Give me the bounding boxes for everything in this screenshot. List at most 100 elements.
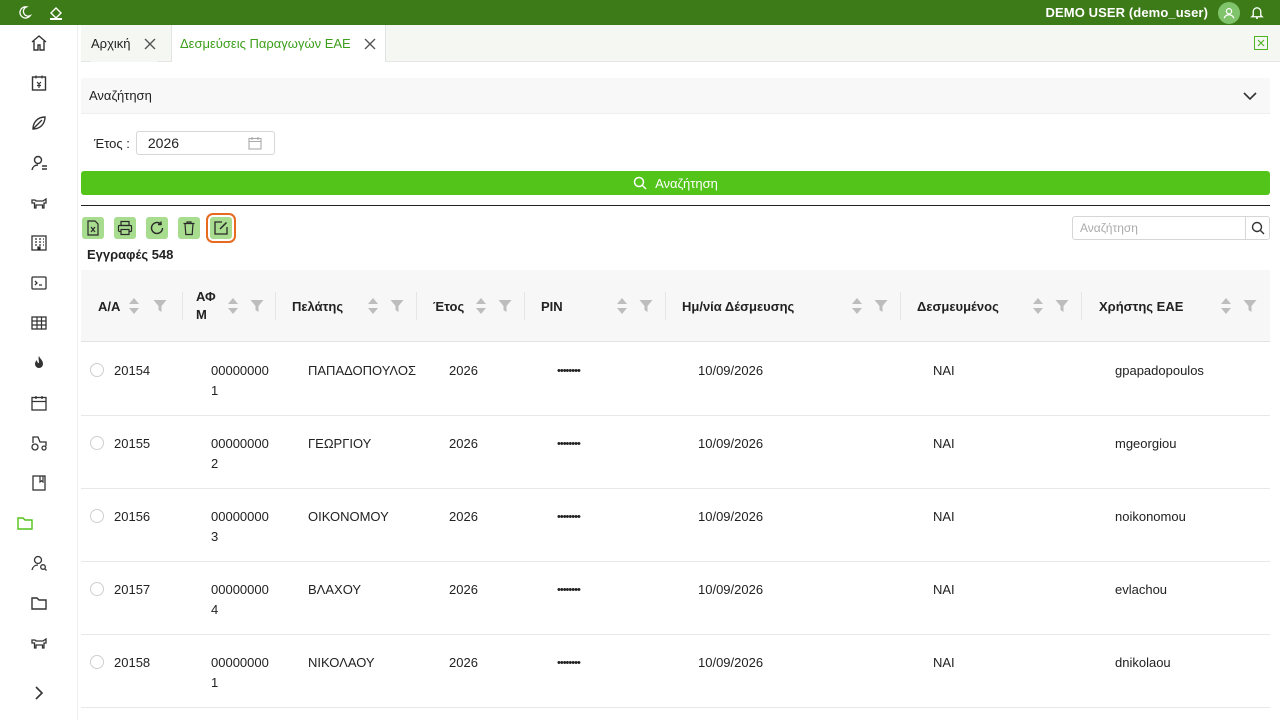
expand-icon[interactable]: [29, 683, 49, 703]
delete-button[interactable]: [178, 217, 200, 239]
bell-icon[interactable]: [1248, 4, 1266, 22]
user-search-icon[interactable]: [29, 553, 49, 573]
edit-button[interactable]: [206, 213, 236, 243]
cell-reserved: ΝΑΙ: [933, 655, 955, 670]
terminal-icon[interactable]: [29, 273, 49, 293]
calendar-icon[interactable]: [29, 393, 49, 413]
table-row[interactable]: 20155 00000000 2 ΓΕΩΡΓΙΟΥ 2026 •••••••• 10/09/…: [81, 416, 1270, 489]
column-header[interactable]: Ημ/νία Δέσμευσης: [666, 270, 901, 342]
column-header-label: Χρήστης ΕΑΕ: [1099, 298, 1184, 314]
tab-label: Αρχική: [91, 36, 131, 51]
filter-icon[interactable]: [498, 299, 512, 313]
print-button[interactable]: [114, 217, 136, 239]
search-panel-header[interactable]: Αναζήτηση: [81, 78, 1270, 114]
home-icon[interactable]: [29, 33, 49, 53]
filter-icon[interactable]: [1243, 299, 1257, 313]
cell-reserved: ΝΑΙ: [933, 363, 955, 378]
sort-icon[interactable]: [851, 296, 863, 316]
filter-icon[interactable]: [874, 299, 888, 313]
filter-icon[interactable]: [639, 299, 653, 313]
table-row[interactable]: 20158 00000000 1 ΝΙΚΟΛΑΟΥ 2026 •••••••• 10/09/…: [81, 635, 1270, 708]
filter-icon[interactable]: [1055, 299, 1069, 313]
row-radio[interactable]: [90, 363, 104, 377]
refresh-button[interactable]: [146, 217, 168, 239]
cell-year: 2026: [449, 509, 478, 524]
filter-icon[interactable]: [390, 299, 404, 313]
column-header[interactable]: ΑΦΜ: [183, 270, 276, 342]
table-search-input[interactable]: [1073, 217, 1245, 239]
column-header[interactable]: Πελάτης: [276, 270, 417, 342]
row-radio[interactable]: [90, 509, 104, 523]
folder-active-icon[interactable]: [15, 513, 35, 533]
column-header[interactable]: Α/Α: [81, 270, 183, 342]
cell-afm-line1: 00000000: [211, 509, 269, 524]
invoice-icon[interactable]: [29, 73, 49, 93]
excel-export-button[interactable]: [82, 217, 104, 239]
year-value: 2026: [147, 135, 180, 151]
book-icon[interactable]: [29, 473, 49, 493]
cow-icon[interactable]: [29, 193, 49, 213]
tractor-icon[interactable]: [29, 433, 49, 453]
close-all-tabs-icon[interactable]: [1254, 36, 1268, 50]
cell-user: evlachou: [1115, 582, 1168, 597]
cell-year: 2026: [449, 655, 478, 670]
calendar-icon[interactable]: [248, 136, 262, 150]
sort-icon[interactable]: [367, 296, 379, 316]
user-avatar-icon[interactable]: [1218, 1, 1240, 24]
column-header[interactable]: PIN: [525, 270, 666, 342]
tab-producer-reservations[interactable]: Δεσμεύσεις Παραγωγών ΕΑΕ: [171, 25, 386, 62]
cell-date: 10/09/2026: [698, 363, 764, 378]
divider: [81, 205, 1270, 206]
folder-icon[interactable]: [29, 593, 49, 613]
cell-reserved: ΝΑΙ: [933, 582, 955, 597]
column-header-label: ΑΦΜ: [196, 289, 216, 322]
sort-icon[interactable]: [227, 296, 239, 316]
cow-icon[interactable]: [29, 633, 49, 653]
tab-home[interactable]: Αρχική: [91, 25, 157, 62]
fire-icon[interactable]: [29, 353, 49, 373]
table-icon[interactable]: [29, 313, 49, 333]
cell-pin: ••••••••: [557, 584, 581, 596]
column-header-label: PIN: [541, 298, 563, 314]
table-row[interactable]: 20154 00000000 1 ΠΑΠΑΔΟΠΟΥΛΟΣ 2026 •••••••• 10…: [81, 343, 1270, 416]
year-field[interactable]: 2026: [135, 131, 275, 155]
moon-icon[interactable]: [16, 5, 32, 21]
filter-icon[interactable]: [153, 299, 167, 313]
cell-afm-line1: 00000000: [211, 363, 269, 378]
column-header-label: Α/Α: [98, 298, 121, 314]
chevron-down-icon[interactable]: [1242, 88, 1258, 104]
row-radio[interactable]: [90, 655, 104, 669]
column-header[interactable]: Έτος: [417, 270, 525, 342]
close-icon[interactable]: [143, 37, 157, 51]
search-button-label: Αναζήτηση: [655, 175, 718, 191]
table-row[interactable]: 20156 00000000 3 ΟΙΚΟΝΟΜΟΥ 2026 •••••••• 10/09…: [81, 489, 1270, 562]
row-radio[interactable]: [90, 582, 104, 596]
search-icon[interactable]: [1245, 217, 1269, 239]
search-button[interactable]: Αναζήτηση: [81, 171, 1270, 195]
column-header[interactable]: Δεσμευμένος: [901, 270, 1082, 342]
table-row[interactable]: 20157 00000000 4 ΒΛΑΧΟΥ 2026 •••••••• 10/09/20…: [81, 562, 1270, 635]
sort-icon[interactable]: [616, 296, 628, 316]
building-icon[interactable]: [29, 233, 49, 253]
column-header[interactable]: Χρήστης ΕΑΕ: [1082, 270, 1270, 342]
cell-afm: 00000000 3: [211, 507, 269, 547]
filter-icon[interactable]: [250, 299, 264, 313]
sort-icon[interactable]: [1220, 296, 1232, 316]
cell-pin: ••••••••: [557, 657, 581, 669]
cell-aa: 20155: [114, 436, 151, 451]
close-icon[interactable]: [363, 37, 377, 51]
row-radio[interactable]: [90, 436, 104, 450]
cell-afm-line2: 2: [211, 456, 219, 471]
cell-pin: ••••••••: [557, 438, 581, 450]
cell-user: noikonomou: [1115, 509, 1186, 524]
sort-icon[interactable]: [128, 296, 140, 316]
sort-icon[interactable]: [475, 296, 487, 316]
users-icon[interactable]: [29, 153, 49, 173]
paint-bucket-icon[interactable]: [48, 5, 64, 21]
top-bar: DEMO USER (demo_user): [0, 0, 1280, 25]
cell-client: ΠΑΠΑΔΟΠΟΥΛΟΣ: [308, 363, 416, 378]
leaf-icon[interactable]: [29, 113, 49, 133]
cell-pin: ••••••••: [557, 365, 581, 377]
sort-icon[interactable]: [1032, 296, 1044, 316]
user-name[interactable]: DEMO USER (demo_user): [1046, 5, 1208, 20]
